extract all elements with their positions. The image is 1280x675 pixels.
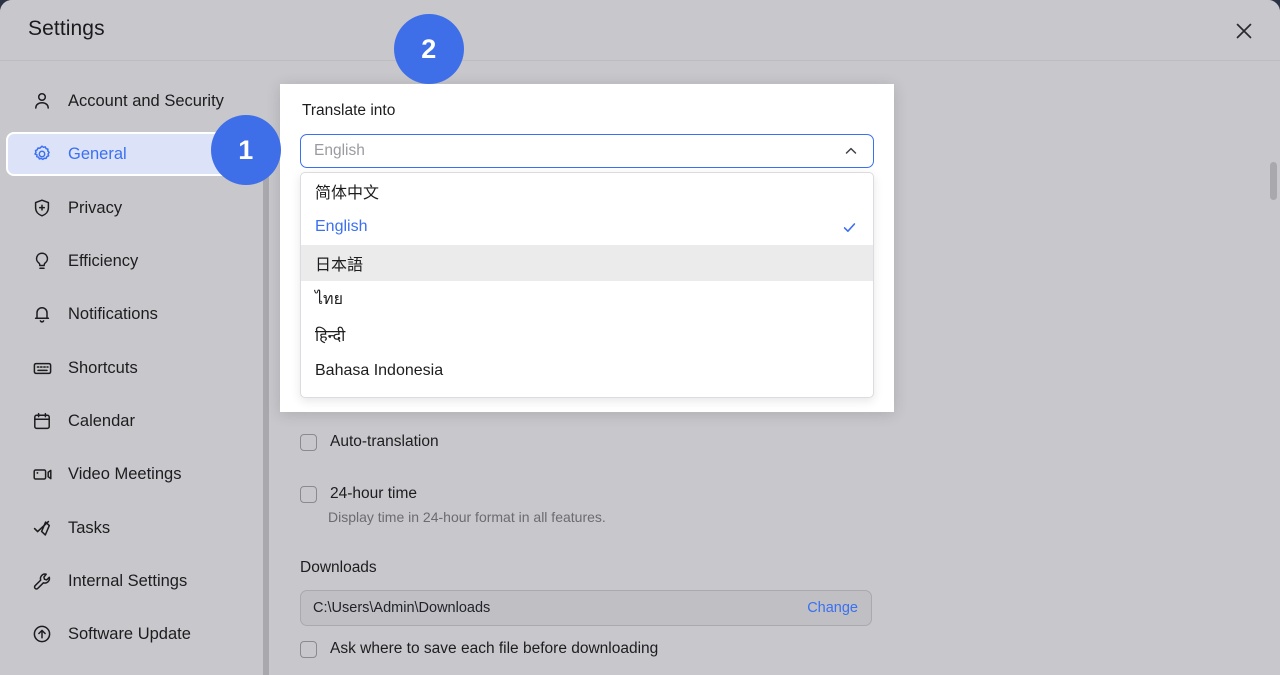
sidebar-item-shortcuts[interactable]: Shortcuts: [8, 346, 248, 390]
24-hour-time-checkbox-row[interactable]: 24-hour time: [300, 485, 417, 503]
sidebar-item-label: Shortcuts: [68, 359, 138, 378]
ask-where-to-save-checkbox[interactable]: [300, 641, 317, 658]
step-badge-number: 2: [421, 34, 437, 65]
video-camera-icon: [30, 462, 54, 486]
sidebar-item-notifications[interactable]: Notifications: [8, 292, 248, 336]
downloads-section-label: Downloads: [300, 559, 377, 577]
lightbulb-icon: [30, 249, 54, 273]
sidebar-item-tasks[interactable]: Tasks: [8, 506, 248, 550]
keyboard-icon: [30, 356, 54, 380]
24-hour-time-hint: Display time in 24-hour format in all fe…: [328, 509, 606, 525]
sidebar-item-label: Calendar: [68, 412, 135, 431]
sidebar-scrollbar[interactable]: [263, 126, 269, 675]
sidebar-item-label: Video Meetings: [68, 465, 181, 484]
translate-into-input[interactable]: English: [314, 142, 365, 160]
page-title: Settings: [28, 17, 105, 41]
ask-where-to-save-label: Ask where to save each file before downl…: [330, 640, 658, 658]
step-badge-1: 1: [211, 115, 281, 185]
shield-plus-icon: [30, 196, 54, 220]
settings-window: Settings Account and Security: [0, 0, 1280, 675]
language-option-label: ไทย: [315, 287, 343, 312]
check-pencil-icon: [30, 516, 54, 540]
downloads-path-field[interactable]: C:\Users\Admin\Downloads Change: [300, 590, 872, 626]
sidebar-item-label: Account and Security: [68, 92, 224, 111]
language-option-label: Bahasa Indonesia: [315, 362, 443, 380]
sidebar-item-label: Privacy: [68, 199, 122, 218]
sidebar-item-efficiency[interactable]: Efficiency: [8, 239, 248, 283]
step-badge-2: 2: [394, 14, 464, 84]
sidebar-item-video-meetings[interactable]: Video Meetings: [8, 452, 248, 496]
language-option-zh[interactable]: 简体中文: [301, 173, 873, 209]
bell-icon: [30, 302, 54, 326]
sidebar-item-internal-settings[interactable]: Internal Settings: [8, 559, 248, 603]
language-option-ja[interactable]: 日本語: [301, 245, 873, 281]
chevron-up-icon[interactable]: [843, 143, 859, 159]
language-option-label: 日本語: [315, 251, 363, 275]
downloads-path-value: C:\Users\Admin\Downloads: [313, 600, 490, 616]
ask-where-to-save-checkbox-row[interactable]: Ask where to save each file before downl…: [300, 640, 658, 658]
language-option-en[interactable]: English: [301, 209, 873, 245]
language-option-hi[interactable]: हिन्दी: [301, 317, 873, 353]
step-badge-number: 1: [238, 135, 254, 166]
person-icon: [30, 89, 54, 113]
24-hour-time-label: 24-hour time: [330, 485, 417, 503]
translate-into-panel: Translate into English 简体中文 English: [280, 84, 894, 412]
wrench-icon: [30, 569, 54, 593]
sidebar-item-label: Tasks: [68, 519, 110, 538]
check-icon: [842, 220, 857, 235]
auto-translation-label: Auto-translation: [330, 433, 439, 451]
24-hour-time-checkbox[interactable]: [300, 486, 317, 503]
sidebar-item-account-and-security[interactable]: Account and Security: [8, 79, 248, 123]
sidebar-item-label: General: [68, 145, 127, 164]
language-option-id[interactable]: Bahasa Indonesia: [301, 353, 873, 389]
translate-into-combobox[interactable]: English: [300, 134, 874, 168]
auto-translation-checkbox[interactable]: [300, 434, 317, 451]
language-option-label: English: [315, 218, 367, 236]
close-icon: [1233, 20, 1255, 42]
close-button[interactable]: [1224, 11, 1264, 51]
downloads-change-button[interactable]: Change: [807, 600, 858, 616]
language-option-label: 简体中文: [315, 179, 379, 203]
content-scrollbar[interactable]: [1270, 162, 1277, 200]
sidebar-item-label: Software Update: [68, 625, 191, 644]
sidebar-item-privacy[interactable]: Privacy: [8, 186, 248, 230]
sidebar-item-software-update[interactable]: Software Update: [8, 612, 248, 656]
sidebar-item-calendar[interactable]: Calendar: [8, 399, 248, 443]
sidebar-item-label: Notifications: [68, 305, 158, 324]
translate-into-label: Translate into: [302, 102, 395, 120]
language-option-th[interactable]: ไทย: [301, 281, 873, 317]
gear-icon: [30, 142, 54, 166]
language-option-label: हिन्दी: [315, 324, 345, 346]
sidebar-item-label: Internal Settings: [68, 572, 187, 591]
sidebar-item-label: Efficiency: [68, 252, 138, 271]
title-bar: Settings: [0, 0, 1280, 61]
calendar-icon: [30, 409, 54, 433]
auto-translation-checkbox-row[interactable]: Auto-translation: [300, 433, 439, 451]
language-dropdown-list[interactable]: 简体中文 English 日本語 ไทย हिन्दी Baha: [300, 172, 874, 398]
arrow-up-circle-icon: [30, 622, 54, 646]
